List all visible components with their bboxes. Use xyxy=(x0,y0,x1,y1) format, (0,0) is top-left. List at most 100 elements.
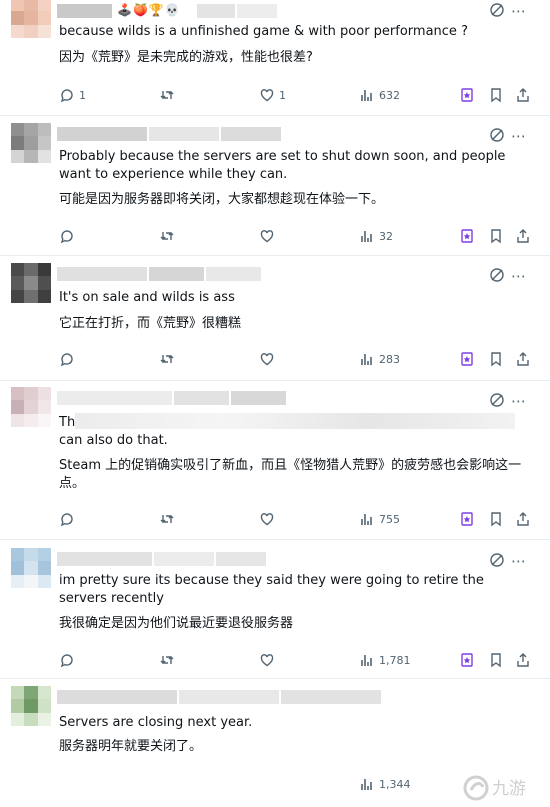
avatar[interactable] xyxy=(11,686,51,726)
reply-feed: 🕹️🍑🏆💀 ⋯ because wilds is a unfinished ga… xyxy=(0,0,550,807)
translate-icon[interactable] xyxy=(489,267,505,287)
views-icon xyxy=(359,228,375,244)
reply-text: im pretty sure its because they said the… xyxy=(59,573,484,606)
blurred-username xyxy=(57,127,281,141)
share-icon xyxy=(515,511,531,527)
reply-translation: 可能是因为服务器即将关闭，大家都想趁现在体验一下。 xyxy=(59,192,385,207)
reply-text: Th can also do that. xyxy=(59,413,529,450)
more-options-icon[interactable]: ⋯ xyxy=(511,552,526,570)
reply-text-start: Th xyxy=(59,415,76,430)
bookmark-icon xyxy=(488,87,504,103)
views-button[interactable]: 283 xyxy=(359,351,400,367)
reply-1[interactable]: 🕹️🍑🏆💀 ⋯ because wilds is a unfinished ga… xyxy=(0,0,550,116)
reply-icon xyxy=(59,652,75,668)
action-bar: 32 xyxy=(59,228,539,246)
bookmark-button[interactable] xyxy=(488,228,504,244)
views-count: 632 xyxy=(379,88,400,102)
bookmark-button[interactable] xyxy=(488,652,504,668)
reply-button[interactable] xyxy=(59,228,75,244)
views-icon xyxy=(359,511,375,527)
views-button[interactable]: 632 xyxy=(359,87,400,103)
reply-button[interactable] xyxy=(59,511,75,527)
grok-bookmark-button[interactable] xyxy=(459,228,475,244)
more-options-icon[interactable]: ⋯ xyxy=(511,2,526,20)
reply-5[interactable]: ⋯ im pretty sure its because they said t… xyxy=(0,540,550,679)
like-count: 1 xyxy=(279,88,286,102)
bookmark-icon xyxy=(488,351,504,367)
reply-text: Probably because the servers are set to … xyxy=(59,149,506,182)
translate-icon[interactable] xyxy=(489,392,505,412)
heart-icon xyxy=(259,511,275,527)
retweet-icon xyxy=(159,228,175,244)
like-button[interactable] xyxy=(259,351,275,367)
reply-button[interactable] xyxy=(59,351,75,367)
bookmark-button[interactable] xyxy=(488,351,504,367)
bookmark-star-icon xyxy=(459,228,475,244)
display-name-emoji: 🕹️🍑🏆💀 xyxy=(117,3,181,17)
blurred-username xyxy=(57,690,381,704)
retweet-button[interactable] xyxy=(159,87,175,103)
heart-icon xyxy=(259,351,275,367)
more-options-icon[interactable]: ⋯ xyxy=(511,127,526,145)
bookmark-star-icon xyxy=(459,87,475,103)
like-button[interactable]: 1 xyxy=(259,87,286,103)
reply-3[interactable]: ⋯ It's on sale and wilds is ass 它正在打折，而《… xyxy=(0,256,550,381)
grok-bookmark-button[interactable] xyxy=(459,511,475,527)
share-button[interactable] xyxy=(515,652,531,668)
share-button[interactable] xyxy=(515,511,531,527)
avatar[interactable] xyxy=(11,387,51,427)
share-button[interactable] xyxy=(515,351,531,367)
reply-button[interactable]: 1 xyxy=(59,87,86,103)
retweet-button[interactable] xyxy=(159,351,175,367)
share-button[interactable] xyxy=(515,87,531,103)
action-bar: 1,781 xyxy=(59,652,539,670)
blurred-username xyxy=(57,4,112,18)
views-button[interactable]: 1,781 xyxy=(359,652,411,668)
reply-4[interactable]: ⋯ Th can also do that. Steam 上的促销确实吸引了新血… xyxy=(0,381,550,540)
retweet-button[interactable] xyxy=(159,652,175,668)
views-count: 1,344 xyxy=(379,777,411,791)
views-icon xyxy=(359,652,375,668)
like-button[interactable] xyxy=(259,652,275,668)
translate-icon[interactable] xyxy=(489,127,505,147)
reply-translation: 它正在打折，而《荒野》很糟糕 xyxy=(59,316,242,331)
bookmark-star-icon xyxy=(459,652,475,668)
avatar[interactable] xyxy=(11,263,51,303)
heart-icon xyxy=(259,652,275,668)
share-button[interactable] xyxy=(515,228,531,244)
like-button[interactable] xyxy=(259,511,275,527)
grok-bookmark-button[interactable] xyxy=(459,87,475,103)
share-icon xyxy=(515,652,531,668)
action-bar: 755 xyxy=(59,511,539,529)
retweet-icon xyxy=(159,652,175,668)
reply-text-end: can also do that. xyxy=(59,433,168,448)
bookmark-button[interactable] xyxy=(488,511,504,527)
like-button[interactable] xyxy=(259,228,275,244)
blurred-handle xyxy=(197,4,277,18)
more-options-icon[interactable]: ⋯ xyxy=(511,267,526,285)
bookmark-button[interactable] xyxy=(488,87,504,103)
more-options-icon[interactable]: ⋯ xyxy=(511,392,526,410)
grok-bookmark-button[interactable] xyxy=(459,652,475,668)
reply-icon xyxy=(59,351,75,367)
retweet-icon xyxy=(159,511,175,527)
reply-icon xyxy=(59,87,75,103)
watermark-text: 九游 xyxy=(492,779,526,799)
avatar[interactable] xyxy=(11,548,51,588)
views-button[interactable]: 755 xyxy=(359,511,400,527)
views-button[interactable]: 32 xyxy=(359,228,393,244)
retweet-icon xyxy=(159,351,175,367)
retweet-button[interactable] xyxy=(159,228,175,244)
views-button[interactable]: 1,344 xyxy=(359,776,411,792)
translate-icon[interactable] xyxy=(489,552,505,572)
reply-button[interactable] xyxy=(59,652,75,668)
views-icon xyxy=(359,776,375,792)
reply-text: because wilds is a unfinished game & wit… xyxy=(59,24,468,39)
bookmark-star-icon xyxy=(459,351,475,367)
retweet-button[interactable] xyxy=(159,511,175,527)
avatar[interactable] xyxy=(11,0,51,38)
reply-2[interactable]: ⋯ Probably because the servers are set t… xyxy=(0,116,550,256)
translate-icon[interactable] xyxy=(489,2,505,22)
grok-bookmark-button[interactable] xyxy=(459,351,475,367)
avatar[interactable] xyxy=(11,123,51,163)
